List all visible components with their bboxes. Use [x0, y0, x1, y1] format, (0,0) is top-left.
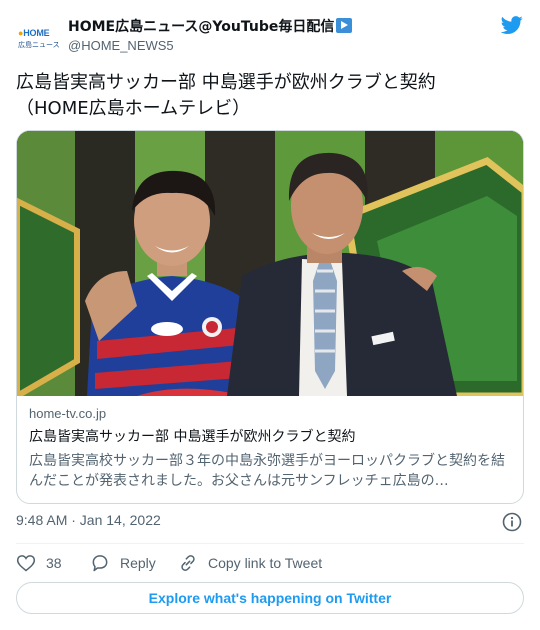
- card-photo[interactable]: [17, 131, 523, 396]
- heart-icon: [16, 555, 36, 572]
- card-description: 広島皆実高校サッカー部３年の中島永弥選手がヨーロッパクラブと契約を結んだことが発…: [29, 453, 505, 489]
- tweet-text-line-1: 広島皆実高サッカー部 中島選手が欧州クラブと契約: [16, 72, 436, 93]
- play-button-icon: [336, 18, 353, 33]
- card-meta: home-tv.co.jp 広島皆実高サッカー部 中島選手が欧州クラブと契約 広…: [29, 406, 511, 491]
- tweet-text: 広島皆実高サッカー部 中島選手が欧州クラブと契約 （HOME広島ホームテレビ）: [16, 70, 526, 122]
- like-button[interactable]: 38: [16, 552, 62, 574]
- card-title[interactable]: 広島皆実高サッカー部 中島選手が欧州クラブと契約: [29, 427, 511, 447]
- author-handle[interactable]: @HOME_NEWS5: [68, 38, 174, 53]
- press-photo-illustration: [17, 131, 523, 396]
- tweet-embed: ●HOME 広島ニュース HOME広島ニュース@YouTube毎日配信 @HOM…: [0, 0, 540, 630]
- twitter-bird-icon[interactable]: [500, 14, 524, 36]
- avatar-logo-home: ●HOME: [18, 28, 50, 38]
- author-name-text: HOME広島ニュース@YouTube毎日配信: [68, 19, 335, 35]
- author-display-name[interactable]: HOME広島ニュース@YouTube毎日配信: [68, 16, 353, 36]
- card-domain: home-tv.co.jp: [29, 406, 107, 421]
- copy-link-button[interactable]: Copy link to Tweet: [178, 552, 322, 574]
- divider: [16, 543, 524, 544]
- reply-button[interactable]: Reply: [90, 552, 156, 574]
- tweet-actions: 38 Reply Copy link to Tweet: [16, 552, 524, 574]
- reply-bubble-icon: [92, 555, 108, 572]
- copy-link-label: Copy link to Tweet: [208, 555, 323, 571]
- reply-label: Reply: [120, 555, 156, 571]
- avatar-logo-subtitle: 広島ニュース: [18, 41, 60, 49]
- tweet-timestamp[interactable]: 9:48 AM · Jan 14, 2022: [16, 512, 161, 528]
- tweet-header: ●HOME 広島ニュース HOME広島ニュース@YouTube毎日配信 @HOM…: [16, 12, 524, 60]
- link-card[interactable]: home-tv.co.jp 広島皆実高サッカー部 中島選手が欧州クラブと契約 広…: [16, 130, 524, 504]
- info-icon[interactable]: [502, 512, 522, 532]
- like-count: 38: [46, 555, 62, 571]
- explore-twitter-button[interactable]: Explore what's happening on Twitter: [16, 582, 524, 614]
- avatar[interactable]: ●HOME 広島ニュース: [16, 16, 60, 60]
- link-icon: [181, 555, 195, 571]
- tweet-text-line-2: （HOME広島ホームテレビ）: [16, 98, 251, 119]
